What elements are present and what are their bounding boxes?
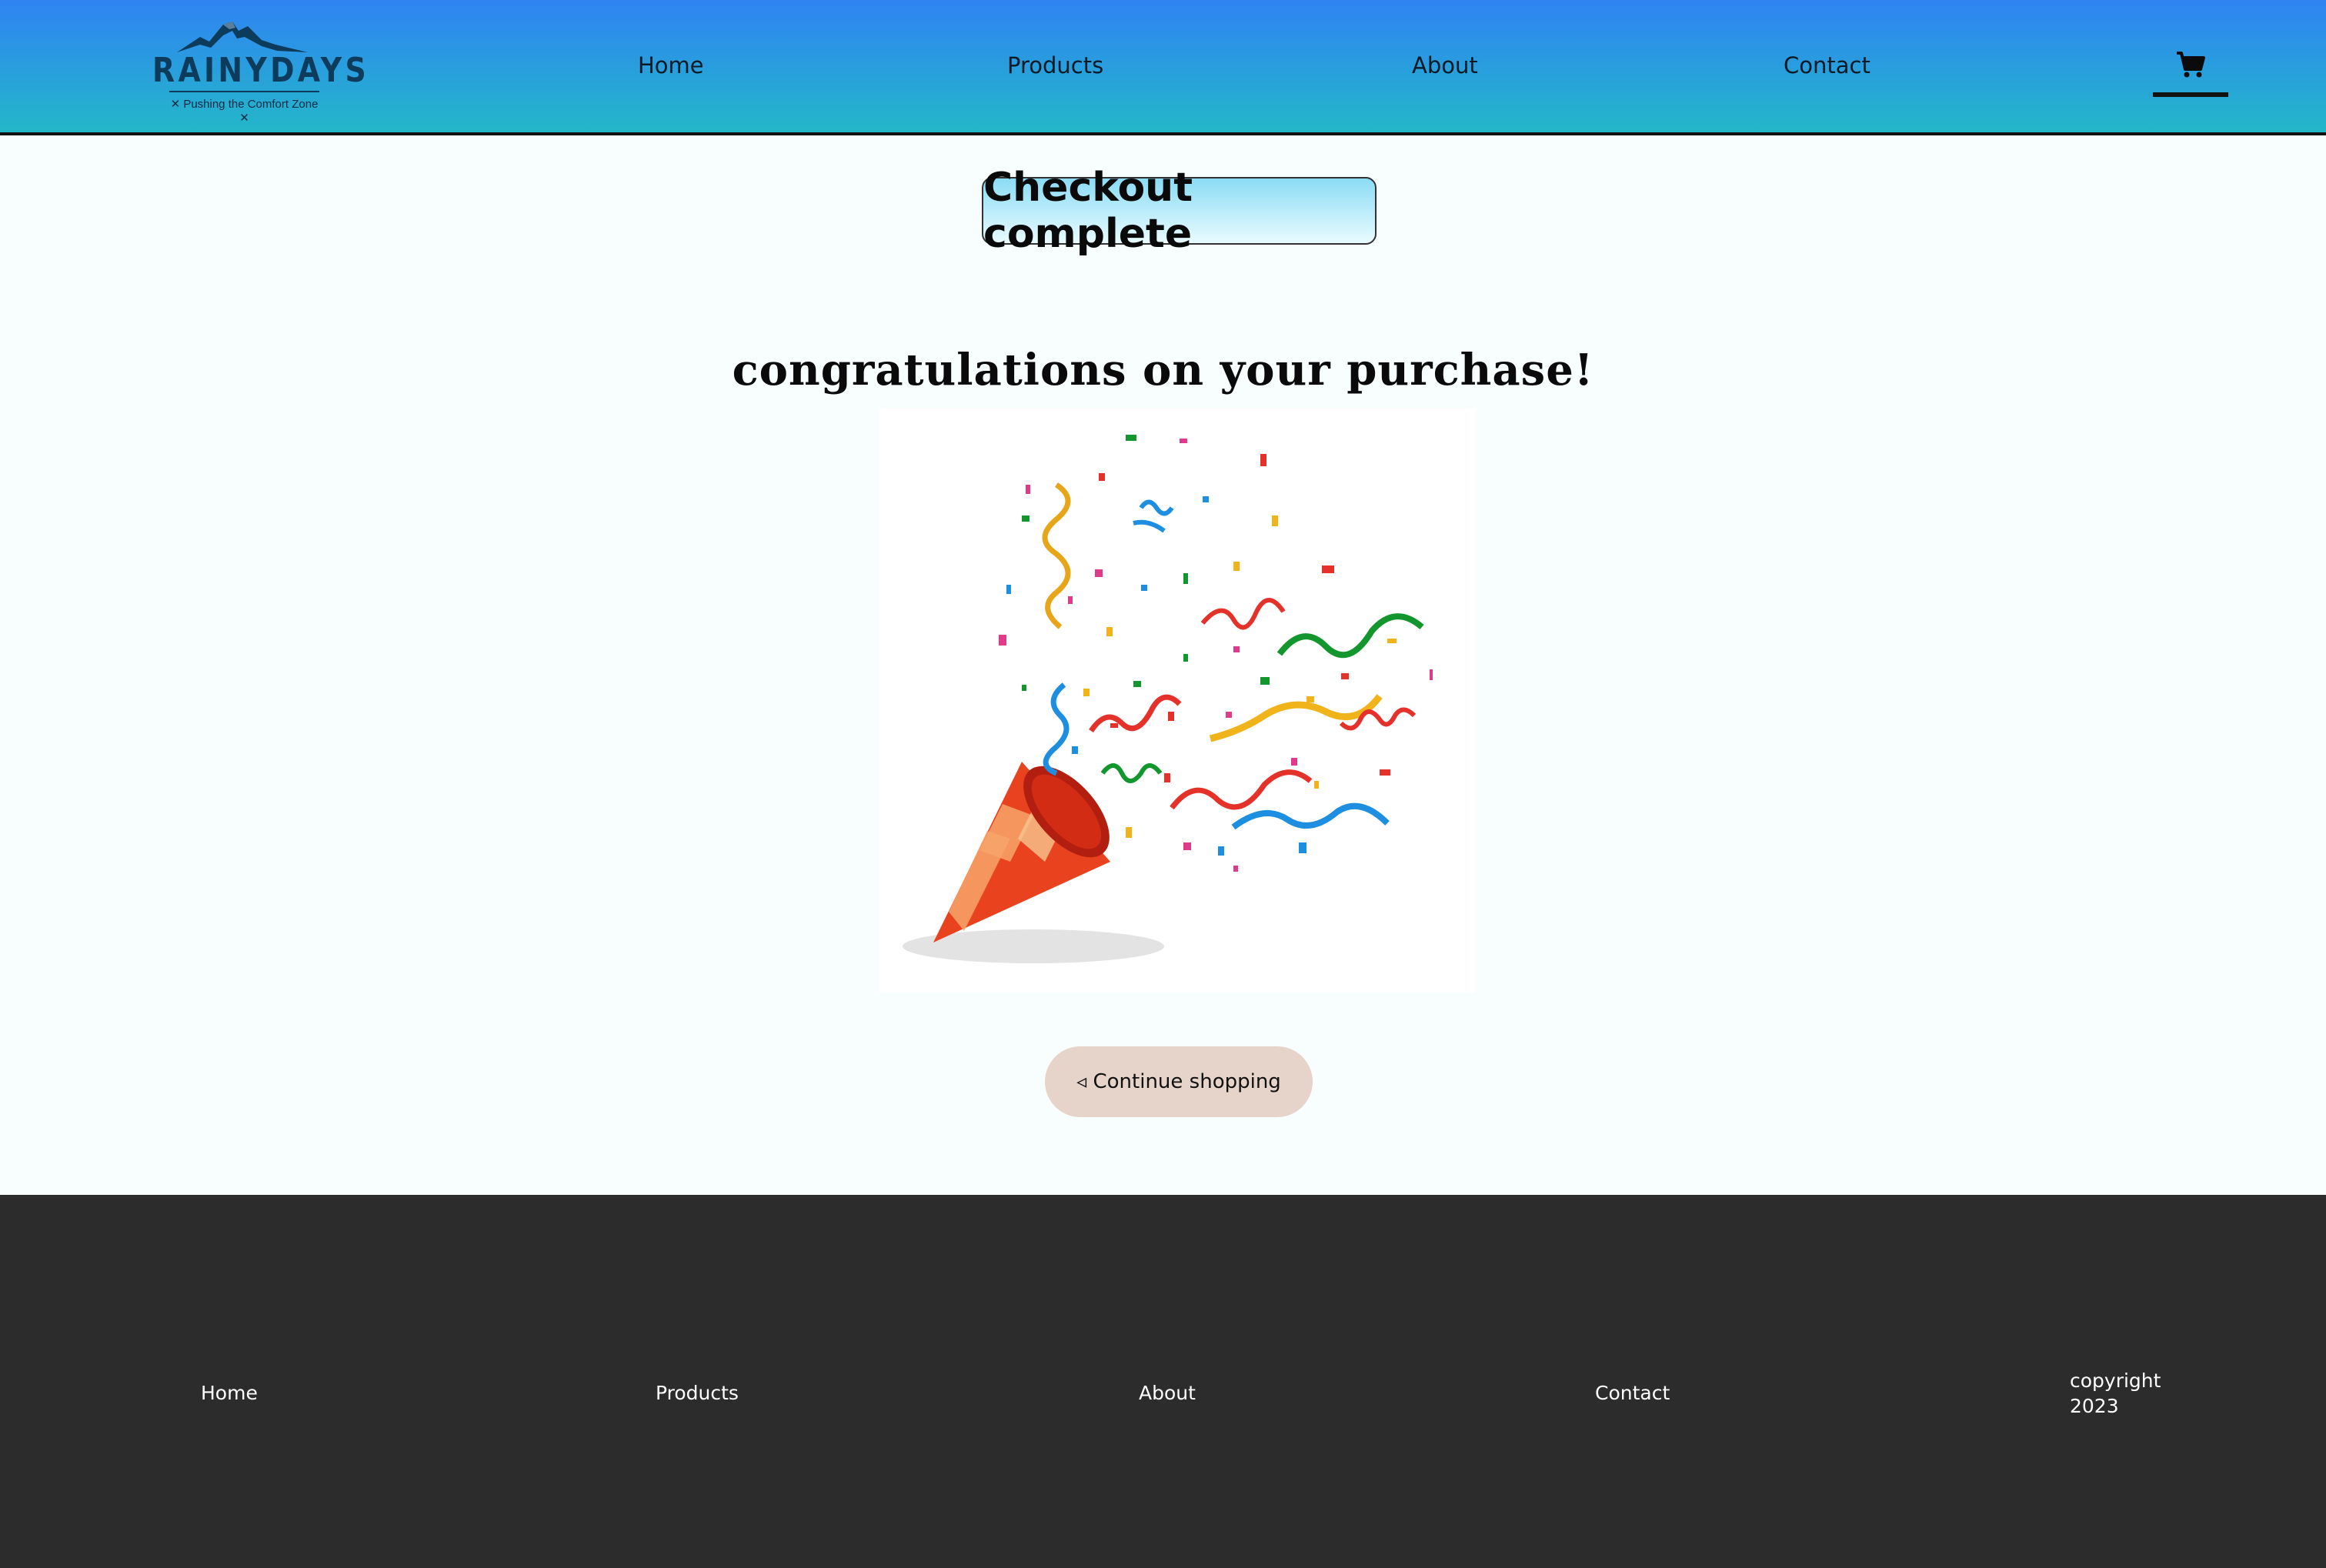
footer-link-home[interactable]: Home <box>201 1382 258 1404</box>
logo-divider <box>169 91 319 92</box>
site-footer: Home Products About Contact copyright 20… <box>0 1195 2326 1568</box>
shopping-cart-icon <box>2177 52 2205 78</box>
footer-link-about[interactable]: About <box>1139 1382 1196 1404</box>
active-underline <box>2153 92 2228 97</box>
brand-logo[interactable]: RAINYDAYS ✕ Pushing the Comfort Zone ✕ <box>146 14 366 125</box>
nav-products[interactable]: Products <box>1007 52 1103 78</box>
nav-about[interactable]: About <box>1412 52 1478 78</box>
nav-contact[interactable]: Contact <box>1784 52 1870 78</box>
page-title: Checkout complete <box>982 165 1377 257</box>
party-popper-icon <box>933 762 1110 942</box>
site-header: RAINYDAYS ✕ Pushing the Comfort Zone ✕ H… <box>0 0 2326 135</box>
congratulations-heading: congratulations on your purchase! <box>732 345 1594 395</box>
copyright-text: copyright 2023 <box>2070 1369 2161 1417</box>
brand-name: RAINYDAYS <box>152 51 369 90</box>
brand-tagline: ✕ Pushing the Comfort Zone ✕ <box>170 98 319 125</box>
cart-button[interactable] <box>2153 46 2228 97</box>
continue-shopping-button[interactable]: ◃ Continue shopping <box>1045 1046 1313 1117</box>
party-popper-illustration <box>879 408 1476 993</box>
footer-link-contact[interactable]: Contact <box>1595 1382 1670 1404</box>
footer-link-products[interactable]: Products <box>656 1382 739 1404</box>
nav-home[interactable]: Home <box>638 52 704 78</box>
